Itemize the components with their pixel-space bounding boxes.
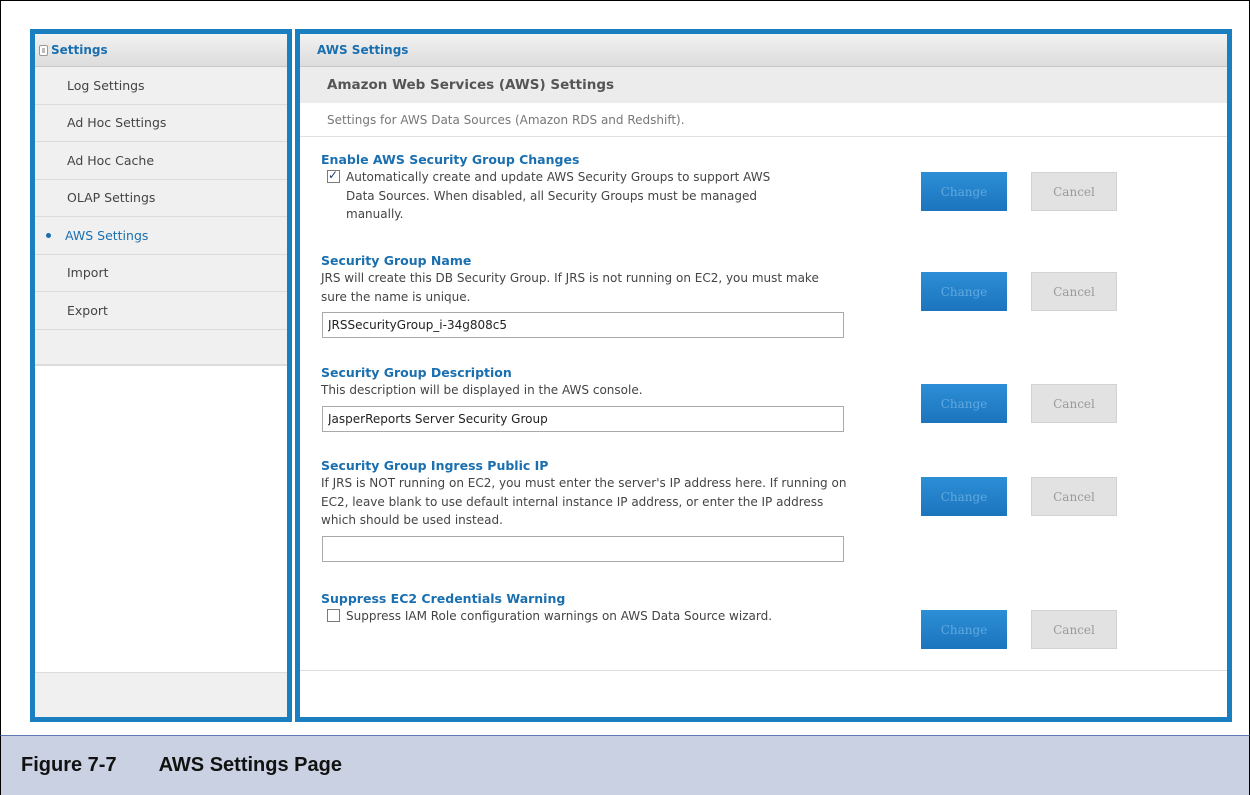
page-subtitle: Amazon Web Services (AWS) Settings [300, 67, 1227, 103]
section-title: Security Group Name [321, 253, 472, 268]
cancel-button[interactable]: Cancel [1031, 384, 1117, 423]
sidebar-header: Settings [35, 34, 287, 67]
sidebar-item-label: Import [67, 265, 109, 281]
ingress-public-ip-input[interactable] [322, 535, 844, 562]
sidebar-item-label: Log Settings [67, 77, 145, 93]
sidebar-item-label: AWS Settings [65, 227, 149, 243]
sidebar-item-ad-hoc-settings[interactable]: Ad Hoc Settings [35, 104, 287, 142]
sidebar-spacer [35, 329, 287, 365]
sidebar-item-import[interactable]: Import [35, 254, 287, 292]
figure-caption: Figure 7-7 AWS Settings Page [0, 735, 1250, 795]
page-description: Settings for AWS Data Sources (Amazon RD… [300, 103, 1227, 137]
change-button[interactable]: Change [921, 384, 1007, 423]
section-description: If JRS is NOT running on EC2, you must e… [321, 476, 847, 527]
cancel-button[interactable]: Cancel [1031, 272, 1117, 311]
section-description: This description will be displayed in th… [321, 383, 643, 397]
cancel-button[interactable]: Cancel [1031, 477, 1117, 516]
sidebar-item-export[interactable]: Export [35, 292, 287, 330]
panel-title: AWS Settings [317, 43, 409, 57]
sidebar-item-aws-settings[interactable]: AWS Settings [35, 217, 287, 255]
change-button[interactable]: Change [921, 610, 1007, 649]
sidebar-item-label: Export [67, 302, 108, 318]
sidebar-empty-area [35, 364, 287, 673]
section-description: Automatically create and update AWS Secu… [346, 170, 771, 221]
panel-divider [300, 670, 1227, 671]
enable-security-group-changes-checkbox[interactable] [327, 168, 340, 183]
active-bullet-icon [46, 233, 51, 238]
section-title: Security Group Ingress Public IP [321, 458, 549, 473]
panel-header: AWS Settings [300, 34, 1227, 67]
figure-number: Figure 7-7 [21, 754, 117, 776]
change-button[interactable]: Change [921, 477, 1007, 516]
sidebar-title: Settings [51, 43, 108, 57]
section-title: Security Group Description [321, 365, 512, 380]
collapse-panel-icon[interactable] [39, 44, 48, 56]
cancel-button[interactable]: Cancel [1031, 610, 1117, 649]
section-description: JRS will create this DB Security Group. … [321, 271, 819, 304]
section-title: Enable AWS Security Group Changes [321, 152, 580, 167]
security-group-name-input[interactable] [322, 312, 844, 338]
security-group-description-input[interactable] [322, 405, 844, 432]
change-button[interactable]: Change [921, 272, 1007, 311]
sidebar-item-label: Ad Hoc Cache [67, 152, 155, 168]
sidebar-item-label: OLAP Settings [67, 190, 156, 206]
change-button[interactable]: Change [921, 172, 1007, 211]
settings-sidebar: Settings Log Settings Ad Hoc Settings Ad… [30, 29, 292, 722]
sidebar-item-ad-hoc-cache[interactable]: Ad Hoc Cache [35, 142, 287, 180]
sidebar-item-log-settings[interactable]: Log Settings [35, 67, 287, 105]
suppress-ec2-warning-checkbox[interactable] [327, 609, 340, 622]
figure-title: AWS Settings Page [158, 754, 342, 776]
screenshot-frame: Settings Log Settings Ad Hoc Settings Ad… [0, 0, 1250, 735]
aws-settings-panel: AWS Settings Amazon Web Services (AWS) S… [295, 29, 1232, 722]
cancel-button[interactable]: Cancel [1031, 172, 1117, 211]
section-description: Suppress IAM Role configuration warnings… [346, 609, 773, 623]
sidebar-item-label: Ad Hoc Settings [67, 115, 167, 131]
page-subtitle-text: Amazon Web Services (AWS) Settings [327, 77, 615, 93]
section-title: Suppress EC2 Credentials Warning [321, 591, 566, 606]
sidebar-item-olap-settings[interactable]: OLAP Settings [35, 179, 287, 217]
page-description-text: Settings for AWS Data Sources (Amazon RD… [327, 112, 685, 127]
